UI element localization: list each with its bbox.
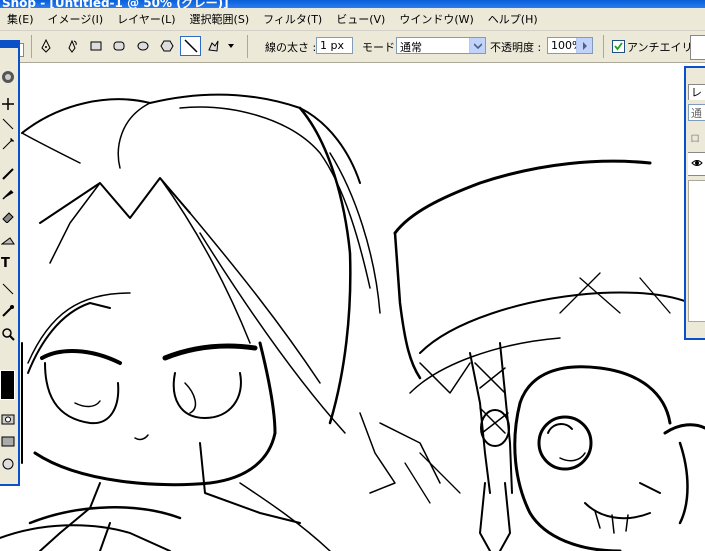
divider (247, 35, 248, 58)
layers-palette: レ 通 ロ (684, 66, 705, 340)
chevron-right-icon[interactable] (576, 38, 592, 53)
menu-image[interactable]: イメージ(I) (41, 11, 111, 27)
stroke-width-label: 線の太さ : (265, 41, 317, 54)
pen-tool-icon[interactable] (38, 38, 54, 54)
bucket-tool-icon[interactable] (1, 209, 15, 224)
rectangle-tool-icon[interactable] (88, 38, 104, 54)
screen-mode-icon[interactable] (1, 434, 15, 448)
freeform-pen-icon[interactable] (64, 38, 80, 54)
eyedropper-icon[interactable] (1, 304, 15, 318)
blend-mode-select[interactable]: 通常 (396, 37, 486, 54)
custom-shape-icon[interactable] (205, 38, 221, 54)
menu-bar: 集(E) イメージ(I) レイヤー(L) 選択範囲(S) フィルタ(T) ビュー… (0, 8, 705, 31)
polygon-tool-icon[interactable] (159, 38, 175, 54)
menu-select[interactable]: 選択範囲(S) (183, 11, 257, 27)
zoom-tool-icon[interactable] (1, 327, 15, 341)
foreground-color-swatch[interactable] (0, 370, 15, 400)
shape-options-arrow-icon[interactable] (226, 38, 236, 54)
menu-help[interactable]: ヘルプ(H) (481, 11, 545, 27)
divider (31, 35, 32, 58)
dodge-tool-icon[interactable] (0, 232, 15, 246)
layer-blend-mode-select[interactable]: 通 (688, 104, 705, 121)
line-tool-icon[interactable] (180, 36, 201, 56)
blend-mode-value: 通常 (400, 41, 422, 54)
ellipse-tool-icon[interactable] (135, 38, 151, 54)
brush-tool-icon[interactable] (1, 167, 15, 181)
menu-edit[interactable]: 集(E) (0, 11, 41, 27)
opacity-label: 不透明度 : (490, 41, 542, 54)
eye-icon[interactable] (1, 70, 15, 84)
opacity-input[interactable]: 100% (547, 37, 593, 54)
tools-palette: T (0, 40, 20, 486)
stamp-tool-icon[interactable] (1, 187, 15, 201)
window-titlebar: Shop - [Untitled-1 @ 50% (グレー)] (0, 0, 705, 8)
tools-palette-header (0, 42, 18, 48)
type-tool-icon[interactable]: T (1, 257, 15, 271)
document-canvas[interactable] (0, 63, 705, 551)
menu-view[interactable]: ビュー(V) (329, 11, 392, 27)
rounded-rectangle-icon[interactable] (111, 38, 127, 54)
lasso-tool-icon[interactable] (1, 117, 15, 131)
tab-layers[interactable]: レ (688, 84, 705, 100)
jump-to-icon[interactable] (1, 457, 15, 471)
antialias-checkbox[interactable] (612, 40, 625, 53)
magic-wand-icon[interactable] (1, 137, 15, 151)
palette-well[interactable] (690, 35, 705, 60)
layers-list-area (688, 180, 705, 322)
move-tool-icon[interactable] (1, 97, 15, 111)
line-tool-icon[interactable] (1, 282, 15, 296)
eye-icon[interactable] (691, 158, 703, 171)
quick-mask-icon[interactable] (1, 412, 15, 426)
menu-layer[interactable]: レイヤー(L) (110, 11, 182, 27)
stroke-width-input[interactable] (316, 37, 353, 54)
menu-filter[interactable]: フィルタ(T) (256, 11, 329, 27)
chevron-down-icon (469, 38, 485, 53)
lock-label: ロ (690, 134, 700, 145)
options-bar: 線の太さ : モード : 通常 不透明度 : 100% アンチエイリアス (0, 31, 705, 63)
window-title: Shop - [Untitled-1 @ 50% (グレー)] (2, 0, 229, 8)
layer-row[interactable] (688, 152, 705, 176)
menu-window[interactable]: ウインドウ(W) (392, 11, 480, 27)
divider (603, 35, 604, 58)
